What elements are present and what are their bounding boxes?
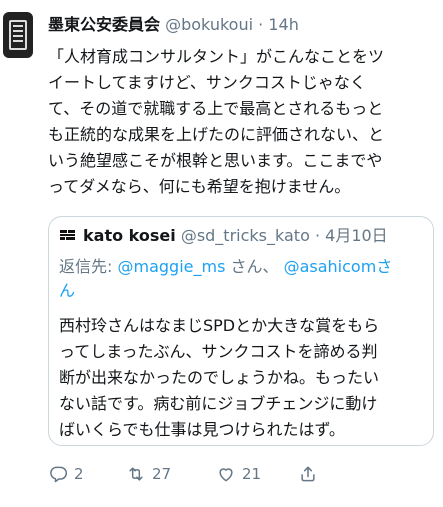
tweet-card: 墨東公安委員会 @bokukoui · 14h 「人材育成コンサルタント」がこん… bbox=[0, 0, 443, 507]
reply-icon bbox=[50, 466, 68, 483]
quoted-tweet[interactable]: kato kosei @sd_tricks_kato · 4月10日 返信先: … bbox=[48, 216, 434, 446]
quoted-avatar-logo-icon bbox=[60, 230, 75, 240]
quoted-text-line: 西村玲さんはなまじSPDとか大きな賞をもら bbox=[59, 316, 380, 335]
tweet-header: 墨東公安委員会 @bokukoui · 14h bbox=[48, 14, 299, 36]
retweet-count: 27 bbox=[152, 465, 172, 483]
quoted-display-name[interactable]: kato kosei bbox=[83, 226, 176, 245]
quoted-text: 西村玲さんはなまじSPDとか大きな賞をもら ってしまったぶん、サンクコストを諦め… bbox=[59, 313, 429, 443]
reply-to-prefix: 返信先: bbox=[59, 257, 118, 276]
tweet-text-line: 「人材育成コンサルタント」がこんなことをツ bbox=[48, 47, 385, 66]
reply-to-honorific: さん、 bbox=[225, 257, 284, 276]
tweet-text-line: いう絶望感こそが根幹と思います。ここまでや bbox=[48, 151, 383, 170]
quoted-text-line: ない話です。病む前にジョブチェンジに動け bbox=[59, 394, 378, 413]
action-bar: 2 27 21 bbox=[48, 462, 378, 486]
mention-link[interactable]: @maggie_ms bbox=[117, 257, 225, 276]
like-count: 21 bbox=[242, 465, 262, 483]
tweet-text: 「人材育成コンサルタント」がこんなことをツ イートしてますけど、サンクコストじゃ… bbox=[48, 44, 440, 200]
retweet-icon bbox=[129, 467, 143, 481]
quoted-header: kato kosei @sd_tricks_kato · 4月10日 bbox=[83, 225, 388, 247]
like-button[interactable]: 21 bbox=[216, 462, 261, 486]
header-separator: · bbox=[258, 15, 264, 34]
avatar-seal-icon bbox=[9, 20, 27, 50]
mention-link-continued[interactable]: ん bbox=[59, 279, 429, 303]
quoted-user-handle[interactable]: @sd_tricks_kato bbox=[181, 226, 310, 245]
share-button[interactable] bbox=[298, 462, 318, 486]
retweet-button[interactable]: 27 bbox=[126, 462, 171, 486]
avatar[interactable] bbox=[3, 12, 33, 58]
like-icon bbox=[219, 468, 233, 482]
quoted-date[interactable]: 4月10日 bbox=[325, 226, 388, 245]
quoted-header-separator: · bbox=[314, 226, 321, 245]
tweet-text-line: も正統的な成果を上げたのに評価されない、と bbox=[48, 125, 385, 144]
reply-count: 2 bbox=[74, 465, 84, 483]
tweet-text-line: て、その道で就職する上で最高とされるもっと bbox=[48, 99, 384, 118]
reply-to-line: 返信先: @maggie_ms さん、 @asahicomさ ん bbox=[59, 255, 429, 303]
tweet-text-line: イートしてますけど、サンクコストじゃなく bbox=[48, 73, 366, 92]
user-handle[interactable]: @bokukoui bbox=[165, 15, 253, 34]
tweet-text-line: ってダメなら、何にも希望を抱けません。 bbox=[48, 177, 351, 196]
quoted-avatar[interactable] bbox=[59, 227, 77, 245]
quoted-text-line: ってしまったぶん、サンクコストを諦める判 bbox=[59, 342, 378, 361]
share-icon bbox=[301, 466, 315, 482]
mention-link[interactable]: @asahicomさ bbox=[284, 257, 393, 276]
tweet-time[interactable]: 14h bbox=[268, 15, 299, 34]
quoted-text-line: 断が出来なかったのでしょうかね。もったい bbox=[59, 368, 380, 387]
display-name[interactable]: 墨東公安委員会 bbox=[48, 15, 160, 34]
reply-button[interactable]: 2 bbox=[48, 462, 84, 486]
quoted-text-line: ばいくらでも仕事は見つけられたはず。 bbox=[59, 420, 345, 439]
